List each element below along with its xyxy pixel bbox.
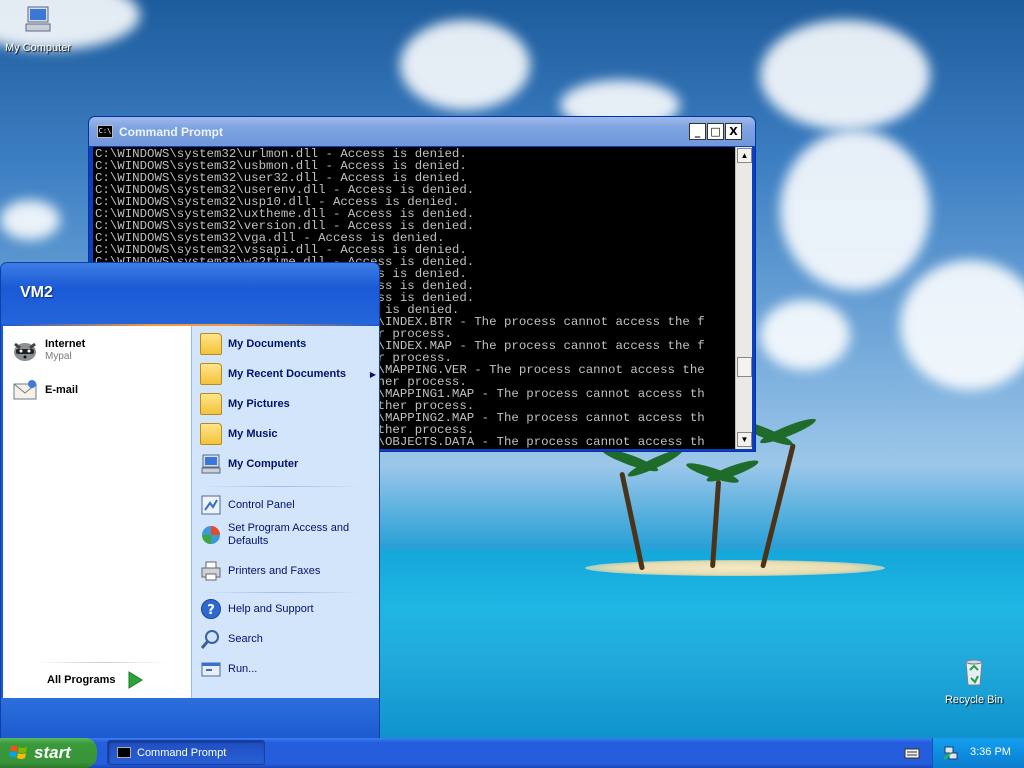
maximize-button[interactable]: □ xyxy=(707,123,724,140)
pinned-item-subtitle: Mypal xyxy=(45,351,72,362)
windows-flag-icon xyxy=(9,745,27,759)
all-programs-button[interactable]: All Programs xyxy=(47,670,145,690)
search-icon xyxy=(200,630,219,649)
window-titlebar[interactable]: C:\ Command Prompt _ □ X xyxy=(89,117,755,146)
menu-item-my-documents[interactable]: My Documents xyxy=(200,333,306,355)
menu-item-set-program-access[interactable]: Set Program Access and Defaults xyxy=(200,522,376,548)
wallpaper-cloud xyxy=(760,20,930,130)
taskbar: start Command Prompt 3:36 PM xyxy=(0,738,1024,768)
desktop-icon-recycle-bin[interactable]: Recycle Bin xyxy=(936,656,1012,706)
menu-item-label: My Recent Documents xyxy=(228,368,346,380)
start-menu-right-pane: My Documents My Recent Documents ▶ My Pi… xyxy=(191,326,379,698)
start-menu-header: VM2 xyxy=(1,263,379,326)
recent-documents-folder-icon xyxy=(200,363,222,385)
user-name: VM2 xyxy=(20,284,53,301)
menu-item-label: Set Program Access and Defaults xyxy=(228,522,350,547)
pinned-item-title: Internet xyxy=(45,338,86,350)
documents-folder-icon xyxy=(200,333,222,355)
run-icon xyxy=(201,662,221,677)
menu-item-label: Search xyxy=(228,632,263,645)
window-title: Command Prompt xyxy=(119,125,224,139)
menu-item-label: My Computer xyxy=(228,458,299,470)
wallpaper-cloud xyxy=(780,130,930,290)
recycle-bin-icon xyxy=(965,659,983,686)
menu-item-my-pictures[interactable]: My Pictures xyxy=(200,393,290,415)
close-button[interactable]: X xyxy=(725,123,742,140)
menu-item-search[interactable]: Search xyxy=(200,628,263,650)
pinned-item-internet[interactable]: Internet Mypal xyxy=(11,336,181,364)
wallpaper-island xyxy=(585,560,885,576)
pinned-item-email[interactable]: E-mail xyxy=(11,376,181,404)
taskbar-button-label: Command Prompt xyxy=(137,746,227,759)
minimize-button[interactable]: _ xyxy=(689,123,706,140)
start-button[interactable]: start xyxy=(0,738,97,768)
system-tray: 3:36 PM xyxy=(932,738,1024,768)
right-pane-separator xyxy=(202,486,362,487)
menu-item-help-and-support[interactable]: ? Help and Support xyxy=(200,598,314,620)
menu-item-label: My Pictures xyxy=(228,398,290,410)
menu-item-label: My Music xyxy=(228,428,278,440)
wallpaper-cloud xyxy=(400,20,530,110)
submenu-arrow-icon: ▶ xyxy=(369,369,376,379)
scroll-thumb[interactable] xyxy=(737,357,752,377)
console-icon xyxy=(117,747,131,758)
email-icon xyxy=(13,380,37,400)
menu-item-run[interactable]: Run... xyxy=(200,658,257,680)
menu-item-label: Printers and Faxes xyxy=(228,564,321,577)
help-icon: ? xyxy=(201,599,221,619)
all-programs-label: All Programs xyxy=(47,674,116,686)
wallpaper-cloud xyxy=(0,200,60,240)
menu-item-my-music[interactable]: My Music xyxy=(200,423,278,445)
menu-item-label: Run... xyxy=(228,662,258,675)
start-menu-left-pane: Internet Mypal E-mail All Programs xyxy=(3,326,191,698)
start-menu[interactable]: VM2 Internet Mypal E-mail All Programs M… xyxy=(0,262,380,740)
menu-item-my-recent-documents[interactable]: My Recent Documents ▶ xyxy=(200,363,376,385)
program-access-icon xyxy=(202,526,220,544)
music-folder-icon xyxy=(200,423,222,445)
vertical-scrollbar[interactable]: ▲ ▼ xyxy=(735,147,752,449)
svg-text:?: ? xyxy=(207,603,215,618)
menu-item-control-panel[interactable]: Control Panel xyxy=(200,494,295,516)
network-icon[interactable] xyxy=(943,745,959,761)
wallpaper-cloud xyxy=(760,300,850,370)
control-panel-icon xyxy=(201,495,221,515)
keyboard-icon[interactable] xyxy=(904,746,920,760)
printer-icon xyxy=(201,561,221,581)
my-computer-icon xyxy=(201,454,221,474)
menu-item-label: Help and Support xyxy=(228,602,314,615)
pinned-item-title: E-mail xyxy=(45,384,79,396)
scroll-down-button[interactable]: ▼ xyxy=(737,432,752,447)
right-pane-separator xyxy=(202,592,362,593)
green-arrow-icon xyxy=(128,671,144,689)
desktop-icon-label: My Computer xyxy=(4,42,72,54)
menu-item-my-computer[interactable]: My Computer xyxy=(200,453,298,475)
taskbar-button-command-prompt[interactable]: Command Prompt xyxy=(107,740,265,765)
console-icon: C:\ xyxy=(97,125,113,138)
scroll-up-button[interactable]: ▲ xyxy=(737,148,752,163)
desktop-icon-label: Recycle Bin xyxy=(944,694,1004,706)
menu-item-printers-and-faxes[interactable]: Printers and Faxes xyxy=(200,560,320,582)
left-pane-separator xyxy=(33,662,168,663)
clock[interactable]: 3:36 PM xyxy=(970,746,1011,758)
menu-item-label: Control Panel xyxy=(228,498,295,511)
raccoon-browser-icon xyxy=(14,342,36,361)
pictures-folder-icon xyxy=(200,393,222,415)
menu-item-label: My Documents xyxy=(228,338,307,350)
start-label: start xyxy=(34,743,71,762)
my-computer-icon xyxy=(25,6,51,32)
desktop-icon-my-computer[interactable]: My Computer xyxy=(0,4,76,54)
start-menu-footer xyxy=(1,698,379,739)
wallpaper-cloud xyxy=(900,260,1024,390)
